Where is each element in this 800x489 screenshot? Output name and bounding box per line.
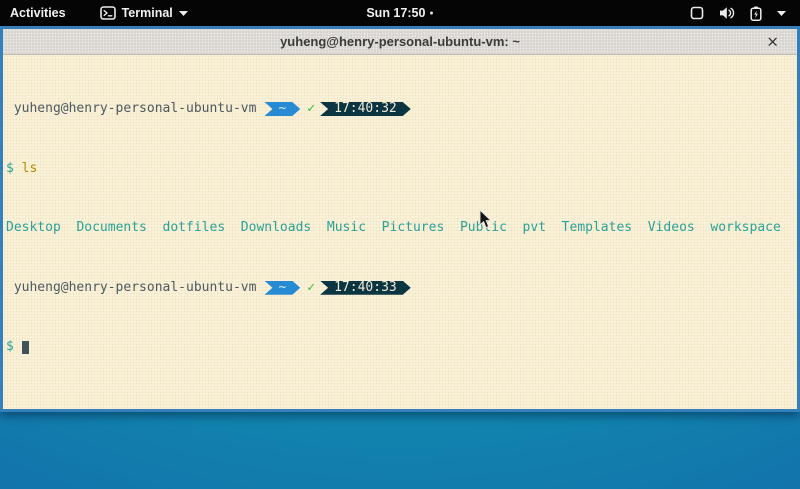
list-item: pvt [523,220,546,235]
list-item: workspace [710,220,780,235]
prompt-user-host: yuheng@henry-personal-ubuntu-vm [14,101,257,116]
list-item: Music [327,220,366,235]
directory-listing: Desktop Documents dotfiles Downloads Music Pi… [6,221,794,236]
command-line: $ ls [6,162,794,177]
check-icon: ✓ [307,101,315,116]
typed-command: ls [22,161,38,176]
window-titlebar[interactable]: yuheng@henry-personal-ubuntu-vm: ~ × [3,29,797,55]
powerline-path-segment: ~ [264,102,300,116]
list-item: Public [460,220,507,235]
notification-dot-icon: ● [429,10,433,17]
display-icon [690,6,704,20]
prompt-symbol: $ [6,339,14,354]
prompt-user-host: yuheng@henry-personal-ubuntu-vm [14,280,257,295]
list-item: Downloads [241,220,311,235]
terminal-window: yuheng@henry-personal-ubuntu-vm: ~ × yuh… [0,26,800,412]
app-menu-label: Terminal [122,6,173,20]
list-item: Documents [76,220,146,235]
list-item: Pictures [382,220,445,235]
list-item: Templates [562,220,632,235]
prompt-symbol: $ [6,161,14,176]
powerline-time-segment: 17:40:32 [320,102,411,116]
system-chevron-down-icon [777,11,786,16]
close-icon[interactable]: × [766,34,779,49]
activities-button[interactable]: Activities [0,0,76,26]
volume-icon [719,6,735,20]
prompt-line-1: yuheng@henry-personal-ubuntu-vm ~ ✓ 17:40:3… [6,102,794,117]
current-prompt-line: $ [6,340,794,355]
terminal-app-icon [100,6,116,20]
terminal-screen[interactable]: yuheng@henry-personal-ubuntu-vm ~ ✓ 17:40:3… [3,55,797,409]
list-item: dotfiles [163,220,226,235]
window-title: yuheng@henry-personal-ubuntu-vm: ~ [280,34,520,49]
list-item: Videos [648,220,695,235]
powerline-path-segment: ~ [264,281,300,295]
system-status-menu[interactable] [690,0,800,26]
app-menu[interactable]: Terminal [94,0,194,26]
battery-charging-icon [750,6,762,21]
powerline-time-segment: 17:40:33 [320,281,411,295]
clock-button[interactable]: Sun 17:50 ● [358,0,441,26]
chevron-down-icon [179,11,188,16]
prompt-line-2: yuheng@henry-personal-ubuntu-vm ~ ✓ 17:40:3… [6,281,794,296]
gnome-top-bar: Activities Terminal Sun 17:50 ● [0,0,800,26]
top-bar-left: Activities Terminal [0,0,194,26]
block-cursor [22,341,30,354]
clock-label: Sun 17:50 [366,6,425,20]
activities-label: Activities [10,6,66,20]
desktop: { "topbar": { "activities_label": "Activ… [0,0,800,489]
list-item: Desktop [6,220,61,235]
check-icon: ✓ [307,280,315,295]
